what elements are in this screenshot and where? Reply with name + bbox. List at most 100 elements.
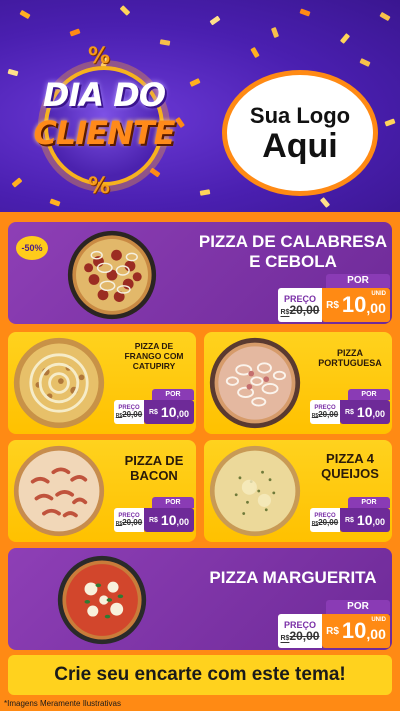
dia-do-cliente-badge: DIA DO CLIENTE % % — [24, 44, 184, 200]
logo-line2: Aqui — [262, 127, 338, 165]
product-title-line2: PORTUGUESA — [318, 358, 382, 369]
confetti-piece — [384, 118, 396, 127]
product-card-frango[interactable]: PIZZA DE FRANGO COM CATUPIRY POR PREÇO R… — [8, 332, 196, 434]
old-price-box: PREÇO R$20,00 — [114, 400, 144, 424]
confetti-piece — [7, 68, 19, 77]
product-title-line1: PIZZA DE — [124, 453, 184, 468]
currency: R$ — [344, 408, 354, 416]
price-integer: 10 — [160, 512, 177, 528]
confetti-piece — [319, 197, 331, 208]
price-tag: POR PREÇO R$20,00 R$ 10 ,00 — [310, 389, 390, 424]
old-price: R$20,00 — [115, 410, 143, 419]
price-cents: ,00 — [176, 517, 190, 527]
por-label: POR — [152, 389, 194, 400]
currency: R$ — [148, 408, 158, 416]
header-banner: DIA DO CLIENTE % % Sua Logo Aqui — [0, 0, 400, 212]
product-title: PIZZA DE FRANGO COM CATUPIRY — [114, 341, 194, 371]
confetti-piece — [299, 8, 311, 17]
price-tag: POR PREÇO R$20,00 R$ 10 ,00 — [114, 497, 194, 532]
pizza-marguerita-image — [54, 554, 150, 646]
unit-label: UNID — [371, 291, 386, 297]
price-cents: ,00 — [366, 300, 386, 316]
badge-line2: CLIENTE — [33, 114, 175, 152]
price-tag: POR PREÇO R$20,00 R$ 10 ,00 UNID — [278, 600, 390, 648]
por-label: POR — [326, 600, 390, 614]
old-price: R$20,00 — [115, 518, 143, 527]
confetti-piece — [359, 58, 371, 67]
price-tag: POR PREÇO R$20,00 R$ 10 ,00 UNID — [278, 274, 390, 322]
price-cents: ,00 — [366, 626, 386, 642]
logo-line1: Sua Logo — [249, 103, 351, 128]
product-title-line1: PIZZA DE CALABRESA — [198, 232, 388, 251]
confetti-piece — [209, 15, 221, 26]
confetti-piece — [379, 11, 391, 22]
badge-line1: DIA DO — [42, 76, 166, 114]
product-title-line1: PIZZA 4 — [326, 451, 374, 466]
new-price-box: R$ 10 ,00 — [144, 508, 194, 532]
percent-icon: % — [88, 44, 111, 69]
confetti-piece — [339, 33, 351, 44]
old-price-box: PREÇO R$20,00 — [278, 614, 322, 648]
price-cents: ,00 — [372, 517, 386, 527]
percent-icon: % — [88, 174, 111, 199]
confetti-piece — [270, 26, 280, 39]
product-title: PIZZA MARGUERITA — [194, 568, 392, 588]
unit-label: UNID — [371, 617, 386, 623]
confetti-piece — [11, 177, 23, 188]
por-label: POR — [348, 497, 390, 508]
price-tag: POR PREÇO R$20,00 R$ 10 ,00 — [114, 389, 194, 424]
product-card-portuguesa[interactable]: PIZZA PORTUGUESA POR PREÇO R$20,00 R$ 10… — [204, 332, 392, 434]
product-title-line2: QUEIJOS — [321, 465, 379, 481]
product-title: PIZZA DE BACON — [114, 453, 194, 484]
por-label: POR — [152, 497, 194, 508]
old-price: R$20,00 — [280, 628, 320, 643]
old-price-box: PREÇO R$20,00 — [114, 508, 144, 532]
confetti-piece — [250, 46, 260, 59]
por-label: POR — [348, 389, 390, 400]
price-integer: 10 — [356, 404, 373, 420]
old-price-box: PREÇO R$20,00 — [310, 508, 340, 532]
product-title-line1: PIZZA MARGUERITA — [209, 568, 377, 587]
confetti-piece — [69, 28, 81, 37]
product-card-calabresa[interactable]: -50% PIZZA DE CALABRESA E CEBOLA POR PRE — [8, 222, 392, 324]
pizza-calabresa-image — [58, 230, 166, 320]
new-price-box: R$ 10 ,00 UNID — [322, 288, 390, 322]
price-integer: 10 — [341, 618, 367, 643]
price-cents: ,00 — [372, 409, 386, 419]
pizza-4-queijos-image — [208, 444, 302, 538]
price-cents: ,00 — [176, 409, 190, 419]
logo-placeholder[interactable]: Sua Logo Aqui — [222, 70, 378, 196]
new-price-box: R$ 10 ,00 — [144, 400, 194, 424]
product-title-line2: E CEBOLA — [249, 251, 337, 271]
product-title: PIZZA 4 QUEIJOS — [310, 451, 390, 482]
old-price: R$20,00 — [311, 518, 339, 527]
pizza-portuguesa-image — [208, 336, 302, 430]
old-price: R$20,00 — [280, 302, 320, 317]
confetti-piece — [199, 189, 211, 196]
currency: R$ — [326, 299, 339, 311]
price-integer: 10 — [356, 512, 373, 528]
product-title-line2: BACON — [130, 467, 178, 483]
confetti-piece — [189, 78, 201, 87]
confetti-piece — [19, 9, 31, 20]
product-card-bacon[interactable]: PIZZA DE BACON POR PREÇO R$20,00 R$ 10 ,… — [8, 440, 196, 542]
por-label: POR — [326, 274, 390, 288]
product-title: PIZZA PORTUGUESA — [310, 348, 390, 369]
product-title-line3: CATUPIRY — [132, 360, 176, 371]
confetti-piece — [159, 39, 171, 46]
price-tag: POR PREÇO R$20,00 R$ 10 ,00 — [310, 497, 390, 532]
product-title: PIZZA DE CALABRESA E CEBOLA — [194, 232, 392, 271]
new-price-box: R$ 10 ,00 — [340, 508, 390, 532]
product-card-marguerita[interactable]: PIZZA MARGUERITA POR PREÇO R$20,00 R$ 10… — [8, 548, 392, 650]
currency: R$ — [148, 516, 158, 524]
old-price-box: PREÇO R$20,00 — [310, 400, 340, 424]
pizza-bacon-image — [12, 444, 106, 538]
product-card-4-queijos[interactable]: PIZZA 4 QUEIJOS POR PREÇO R$20,00 R$ 10 … — [204, 440, 392, 542]
disclaimer-note: *Imagens Meramente Ilustrativas — [4, 699, 121, 708]
confetti-piece — [119, 5, 131, 16]
cta-banner[interactable]: Crie seu encarte com este tema! — [8, 655, 392, 695]
old-price: R$20,00 — [311, 410, 339, 419]
new-price-box: R$ 10 ,00 UNID — [322, 614, 390, 648]
pizza-frango-image — [12, 336, 106, 430]
product-title-line1: PIZZA — [337, 348, 363, 358]
